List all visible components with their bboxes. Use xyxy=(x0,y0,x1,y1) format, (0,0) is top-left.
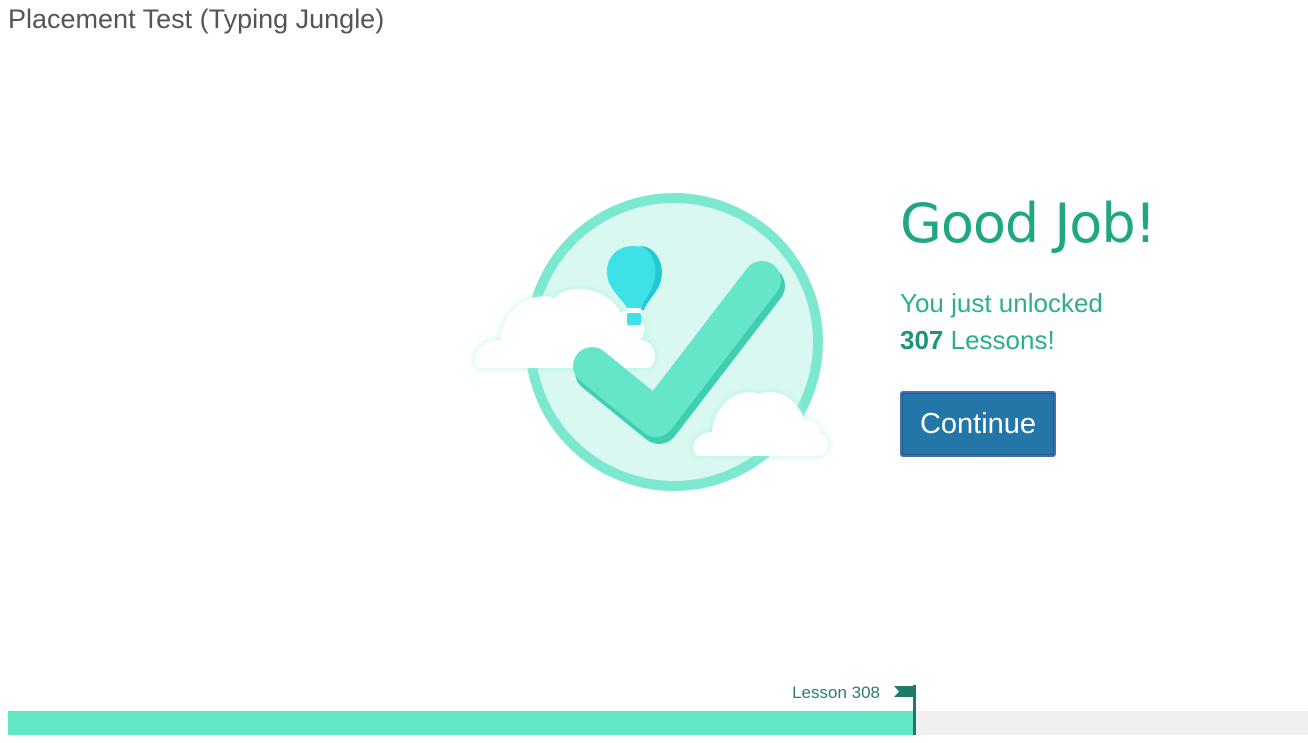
success-illustration xyxy=(460,180,840,500)
unlock-message-suffix: Lessons! xyxy=(943,325,1055,355)
result-panel: Good Job! You just unlocked 307 Lessons!… xyxy=(900,192,1280,457)
lesson-progress: Lesson 308 xyxy=(8,680,1308,743)
unlock-message-line1: You just unlocked xyxy=(900,288,1103,318)
progress-track xyxy=(8,711,1308,735)
progress-fill xyxy=(8,711,915,735)
unlock-message: You just unlocked 307 Lessons! xyxy=(900,285,1280,359)
result-headline: Good Job! xyxy=(900,192,1156,255)
unlocked-lesson-count: 307 xyxy=(900,325,944,355)
placement-test-result-page: Placement Test (Typing Jungle) Good Job!… xyxy=(0,0,1308,743)
checkmark-badge-icon xyxy=(474,193,829,491)
continue-button[interactable]: Continue xyxy=(900,391,1056,457)
page-title: Placement Test (Typing Jungle) xyxy=(8,4,385,34)
lesson-marker-label: Lesson 308 xyxy=(792,683,880,702)
flag-icon xyxy=(894,685,916,735)
